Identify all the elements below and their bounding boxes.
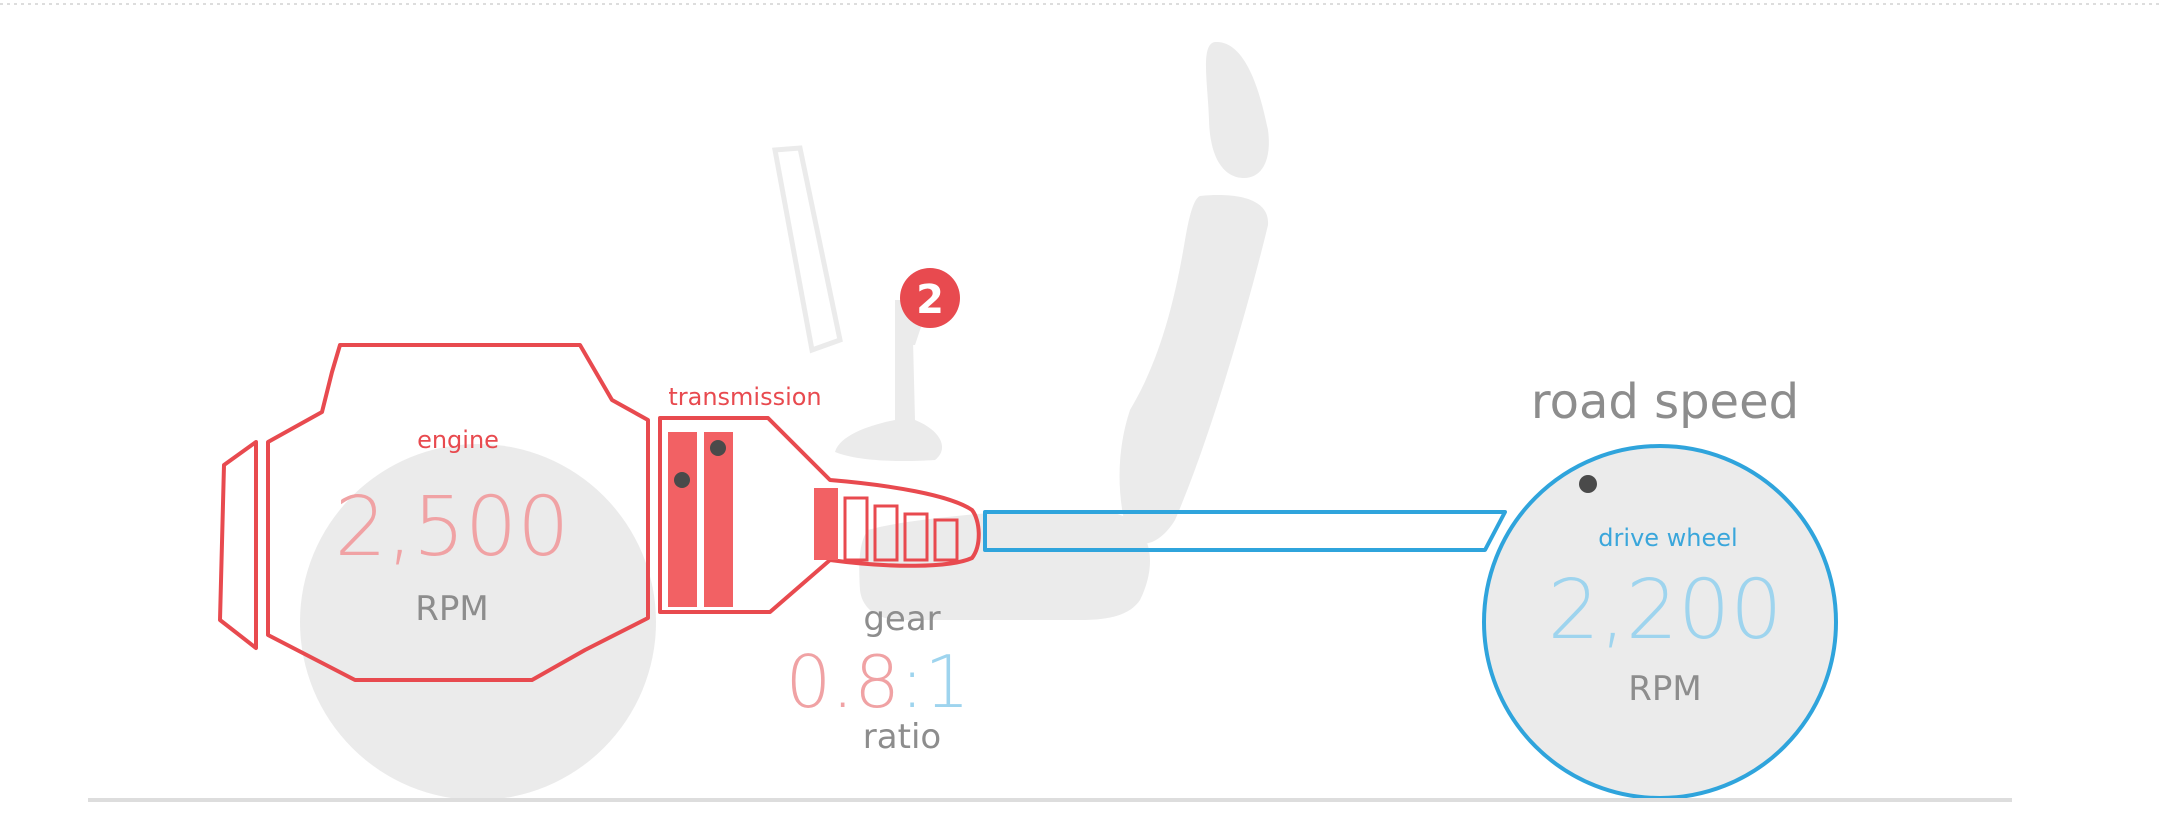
gear-ratio-right: :1 (900, 640, 970, 724)
gear-ratio-left: 0.8 (785, 640, 900, 724)
drive-wheel-dot (1579, 475, 1597, 493)
gear-badge-number: 2 (916, 277, 944, 323)
engine-rpm-value: 2,500 (335, 480, 570, 575)
engine-rpm-unit: RPM (415, 589, 488, 629)
clutch-plate-2 (704, 432, 733, 607)
drivetrain-svg: 2 engine 2,500 RPM transmission gear 0.8… (0, 3, 2162, 802)
ratio-label: ratio (863, 717, 941, 757)
drive-wheel-rpm-unit: RPM (1628, 669, 1701, 709)
seat-silhouette (859, 41, 1269, 621)
clutch-plate-1 (668, 432, 697, 607)
clutch-dot-2 (710, 440, 726, 456)
clutch-dot-1 (674, 472, 690, 488)
lever-silhouette (772, 145, 843, 354)
drive-wheel-rpm-value: 2,200 (1548, 563, 1783, 658)
gear-1 (814, 488, 838, 560)
gear-label: gear (863, 599, 940, 639)
engine-front-cap (218, 440, 258, 650)
engine-label: engine (417, 426, 499, 454)
road-speed-title: road speed (1531, 374, 1799, 430)
transmission-label: transmission (668, 383, 821, 411)
drive-wheel-label: drive wheel (1598, 524, 1737, 552)
drivetrain-diagram: 2 engine 2,500 RPM transmission gear 0.8… (0, 0, 2162, 820)
